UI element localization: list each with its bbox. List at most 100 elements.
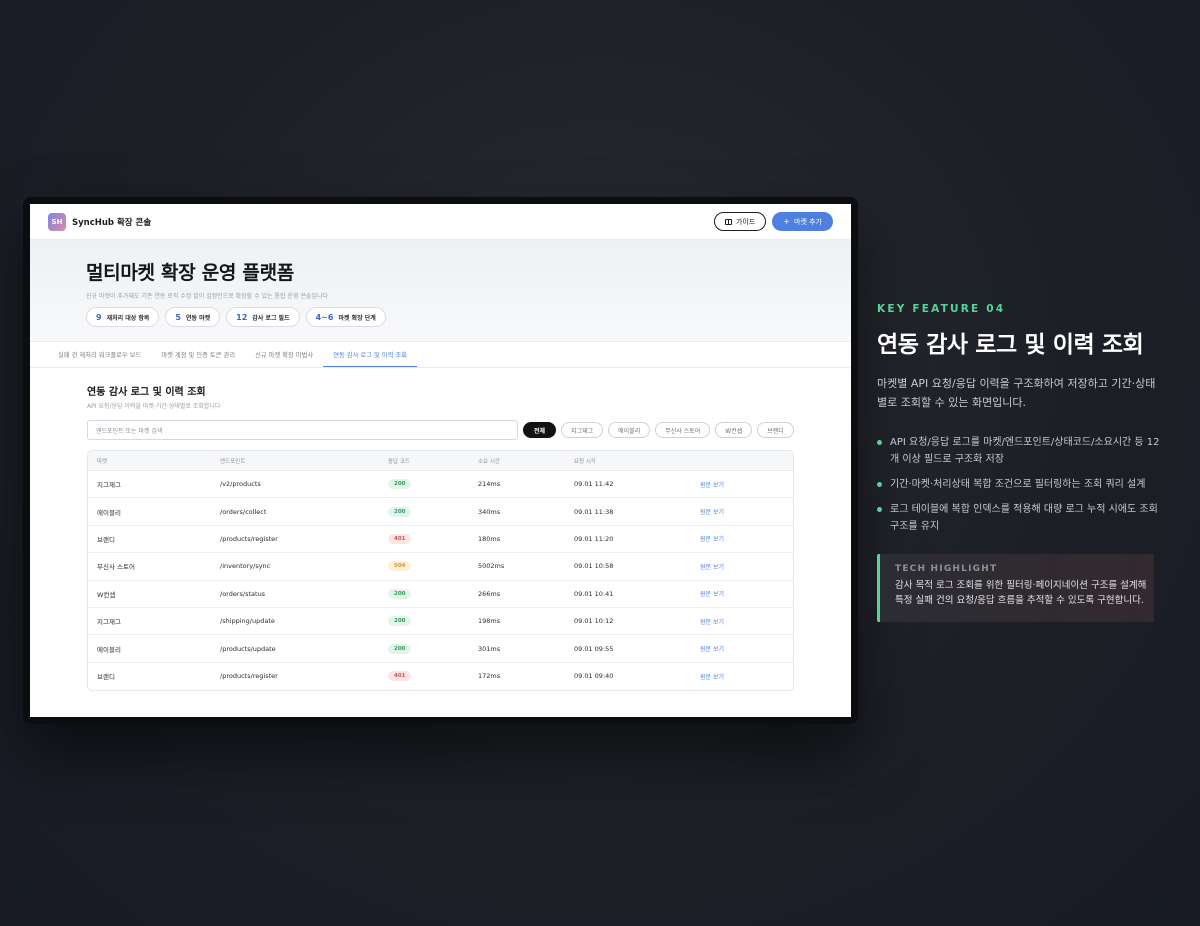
- stat-label: 연동 마켓: [185, 314, 211, 322]
- stat-number: 5: [175, 312, 181, 322]
- cell-response-code: 200: [388, 616, 478, 627]
- guide-button[interactable]: 가이드: [713, 212, 767, 231]
- cell-request-time: 09.01 10:41: [574, 589, 614, 598]
- cell-request-time: 09.01 11:42: [574, 480, 614, 489]
- tech-highlight-box: TECH HIGHLIGHT 감사 목적 로그 조회를 위한 필터링·페이지네이…: [877, 554, 1154, 622]
- status-badge: 200: [388, 643, 412, 654]
- tab-market-wizard[interactable]: 신규 마켓 확장 마법사: [245, 342, 323, 367]
- view-raw-link[interactable]: 원문 보기: [700, 619, 724, 626]
- feature-description: 마켓별 API 요청/응답 이력을 구조화하여 저장하고 기간·상태별로 조회할…: [877, 377, 1156, 409]
- header-duration: 소요 시간: [478, 458, 500, 465]
- cell-endpoint: /products/register: [220, 534, 278, 543]
- view-raw-link[interactable]: 원문 보기: [700, 646, 724, 653]
- cell-endpoint: /products/update: [220, 644, 276, 653]
- add-market-button[interactable]: + 마켓 추가: [772, 212, 833, 231]
- page-title: 멀티마켓 확장 운영 플랫폼: [86, 262, 294, 284]
- cell-endpoint: /orders/status: [220, 589, 266, 598]
- table-body: 지그재그/v2/products 200 214ms 09.01 11:42 원문 보기…: [88, 471, 793, 690]
- feature-bullet: 로그 테이블에 복합 인덱스를 적용해 대량 로그 누적 시에도 조회 구조를 …: [877, 501, 1167, 535]
- cell-action: 원문 보기: [700, 507, 793, 516]
- table-row: 브랜디/products/register 401 180ms 09.01 11:20…: [88, 526, 793, 554]
- plus-icon: +: [783, 216, 790, 226]
- view-raw-link[interactable]: 원문 보기: [700, 509, 724, 516]
- filter-chip-brandi[interactable]: 브랜디: [757, 422, 794, 438]
- stat-label: 마켓 확장 단계: [338, 314, 376, 322]
- cell-request-time: 09.01 11:38: [574, 507, 614, 516]
- cell-action: 원문 보기: [700, 644, 793, 653]
- view-raw-link[interactable]: 원문 보기: [700, 591, 724, 598]
- cell-market: 에이블리: [97, 645, 121, 654]
- cell-duration: 266ms: [478, 589, 501, 598]
- search-input[interactable]: 엔드포인트 또는 마켓 검색: [87, 420, 518, 440]
- cell-request-time: 09.01 10:58: [574, 562, 614, 571]
- cell-market: W컨셉: [97, 590, 116, 599]
- cell-action: 원문 보기: [700, 617, 793, 626]
- stat-label: 감사 로그 필드: [252, 314, 290, 322]
- guide-button-label: 가이드: [735, 217, 756, 226]
- cell-duration: 340ms: [478, 507, 501, 516]
- view-raw-link[interactable]: 원문 보기: [700, 482, 724, 489]
- header-response-code: 응답 코드: [388, 458, 410, 465]
- feature-bullet: 기간·마켓·처리상태 복합 조건으로 필터링하는 조회 쿼리 설계: [877, 476, 1167, 493]
- view-raw-link[interactable]: 원문 보기: [700, 564, 724, 571]
- filter-chip-all[interactable]: 전체: [523, 422, 557, 438]
- table-row: 무신사 스토어/inventory/sync 504 5002ms 09.01 10:…: [88, 553, 793, 581]
- filter-bar: 엔드포인트 또는 마켓 검색 전체 지그재그 에이블리 무신사 스토어 W컨셉 …: [87, 420, 794, 440]
- top-bar: SH SyncHub 확장 콘솔 가이드 + 마켓 추가: [30, 204, 851, 240]
- audit-log-section: 연동 감사 로그 및 이력 조회 API 요청/응답 이력을 마켓·기간·상태별…: [30, 368, 851, 692]
- cell-action: 원문 보기: [700, 672, 793, 681]
- hero-section: 멀티마켓 확장 운영 플랫폼 신규 마켓이 추가돼도 기존 연동 로직 수정 없…: [30, 240, 851, 342]
- cell-response-code: 200: [388, 506, 478, 517]
- tech-highlight-text: 감사 목적 로그 조회를 위한 필터링·페이지네이션 구조를 설계해 특정 실패…: [895, 580, 1147, 606]
- cell-action: 원문 보기: [700, 480, 793, 489]
- cell-response-code: 504: [388, 561, 478, 572]
- cell-request-time: 09.01 09:40: [574, 672, 614, 681]
- feature-bullets: API 요청/응답 로그를 마켓/엔드포인트/상태코드/소요시간 등 12개 이…: [877, 434, 1167, 543]
- tab-bar: 실패 건 재처리 워크플로우 보드 마켓 계정 및 인증 토큰 관리 신규 마켓…: [30, 342, 851, 368]
- app-logo: SH: [48, 212, 66, 231]
- tab-account-token[interactable]: 마켓 계정 및 인증 토큰 관리: [151, 342, 245, 367]
- app-screen: SH SyncHub 확장 콘솔 가이드 + 마켓 추가 멀티마켓 확장 운영 …: [30, 204, 851, 717]
- stat-pill: 12 감사 로그 필드: [226, 307, 300, 327]
- status-badge: 200: [388, 479, 412, 490]
- cell-action: 원문 보기: [700, 534, 793, 543]
- app-brand: SyncHub 확장 콘솔: [72, 217, 152, 228]
- cell-action: 원문 보기: [700, 589, 793, 598]
- cell-action: 원문 보기: [700, 562, 793, 571]
- cell-duration: 214ms: [478, 480, 501, 489]
- cell-response-code: 200: [388, 588, 478, 599]
- filter-chip-zigzag[interactable]: 지그재그: [561, 422, 604, 438]
- stat-pill: 4~6 마켓 확장 단계: [305, 307, 386, 327]
- stat-number: 12: [236, 312, 248, 322]
- table-row: 에이블리/products/update 200 301ms 09.01 09:55 원…: [88, 635, 793, 663]
- add-market-button-label: 마켓 추가: [794, 217, 822, 226]
- cell-endpoint: /orders/collect: [220, 507, 267, 516]
- cell-duration: 198ms: [478, 617, 501, 626]
- cell-duration: 172ms: [478, 672, 501, 681]
- tab-audit-log[interactable]: 연동 감사 로그 및 이력 조회: [323, 342, 417, 367]
- table-row: 지그재그/shipping/update 200 198ms 09.01 10:12 원…: [88, 608, 793, 636]
- view-raw-link[interactable]: 원문 보기: [700, 536, 724, 543]
- status-badge: 200: [388, 616, 412, 627]
- view-raw-link[interactable]: 원문 보기: [700, 674, 724, 681]
- header-market: 마켓: [97, 458, 108, 465]
- header-endpoint: 엔드포인트: [220, 458, 246, 465]
- cell-duration: 301ms: [478, 644, 501, 653]
- feature-bullet: API 요청/응답 로그를 마켓/엔드포인트/상태코드/소요시간 등 12개 이…: [877, 434, 1167, 468]
- page-subtitle: 신규 마켓이 추가돼도 기존 연동 로직 수정 없이 설정만으로 확장할 수 있…: [86, 293, 328, 300]
- cell-market: 에이블리: [97, 508, 121, 517]
- filter-chip-ably[interactable]: 에이블리: [608, 422, 651, 438]
- table-row: W컨셉/orders/status 200 266ms 09.01 10:41 원문 보…: [88, 581, 793, 608]
- tab-retry-board[interactable]: 실패 건 재처리 워크플로우 보드: [48, 342, 151, 367]
- cell-duration: 5002ms: [478, 562, 505, 571]
- cell-response-code: 401: [388, 671, 478, 682]
- feature-title: 연동 감사 로그 및 이력 조회: [877, 332, 1144, 358]
- stat-number: 4~6: [315, 312, 334, 322]
- stat-pills: 9 재처리 대상 항목 5 연동 마켓 12 감사 로그 필드 4~6 마켓 확장 단계: [86, 307, 851, 327]
- feature-kicker: KEY FEATURE 04: [877, 303, 1006, 315]
- stat-pill: 5 연동 마켓: [165, 307, 221, 327]
- filter-chip-musinsa[interactable]: 무신사 스토어: [655, 422, 711, 438]
- filter-chip-wconcept[interactable]: W컨셉: [715, 422, 753, 438]
- cell-endpoint: /shipping/update: [220, 617, 275, 626]
- status-badge: 200: [388, 506, 412, 517]
